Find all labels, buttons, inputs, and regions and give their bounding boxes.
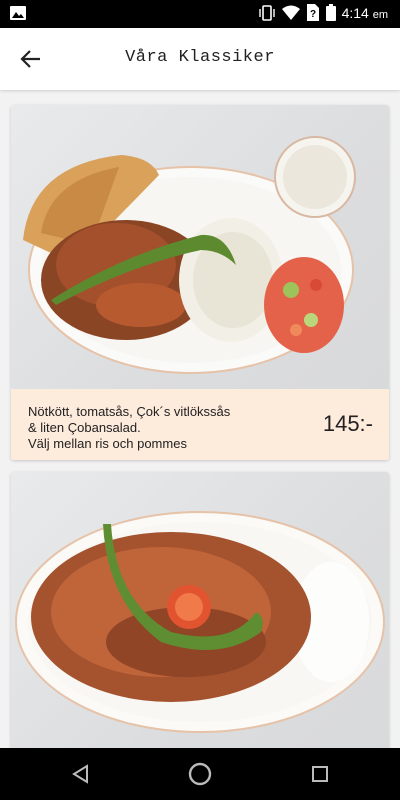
menu-item-description: Nötkött, tomatsås, Çok´s vitlökssås & li… [28, 404, 231, 451]
status-bar: ? 4:14 em [0, 0, 400, 28]
menu-item-card[interactable] [11, 472, 389, 748]
menu-item-card[interactable]: Nötkött, tomatsås, Çok´s vitlökssås & li… [11, 105, 389, 460]
navigation-bar [0, 748, 400, 800]
vibrate-icon [258, 4, 275, 21]
image-icon [10, 6, 26, 20]
svg-text:?: ? [310, 9, 316, 20]
home-circle-icon[interactable] [187, 761, 213, 787]
recents-square-icon[interactable] [307, 761, 333, 787]
app-bar: Våra Klassiker [0, 28, 400, 90]
clock: 4:14 em [341, 4, 388, 21]
menu-item-price: 145:- [322, 411, 373, 436]
wifi-icon [281, 5, 300, 20]
back-triangle-icon[interactable] [68, 761, 94, 787]
menu-item-description-box: Nötkött, tomatsås, Çok´s vitlökssås & li… [11, 389, 389, 460]
menu-list[interactable]: Nötkött, tomatsås, Çok´s vitlökssås & li… [0, 90, 400, 748]
battery-icon [325, 4, 336, 21]
dish-photo [11, 105, 389, 389]
page-title: Våra Klassiker [125, 48, 275, 67]
no-sim-icon: ? [306, 4, 319, 21]
dish-photo [11, 472, 389, 748]
